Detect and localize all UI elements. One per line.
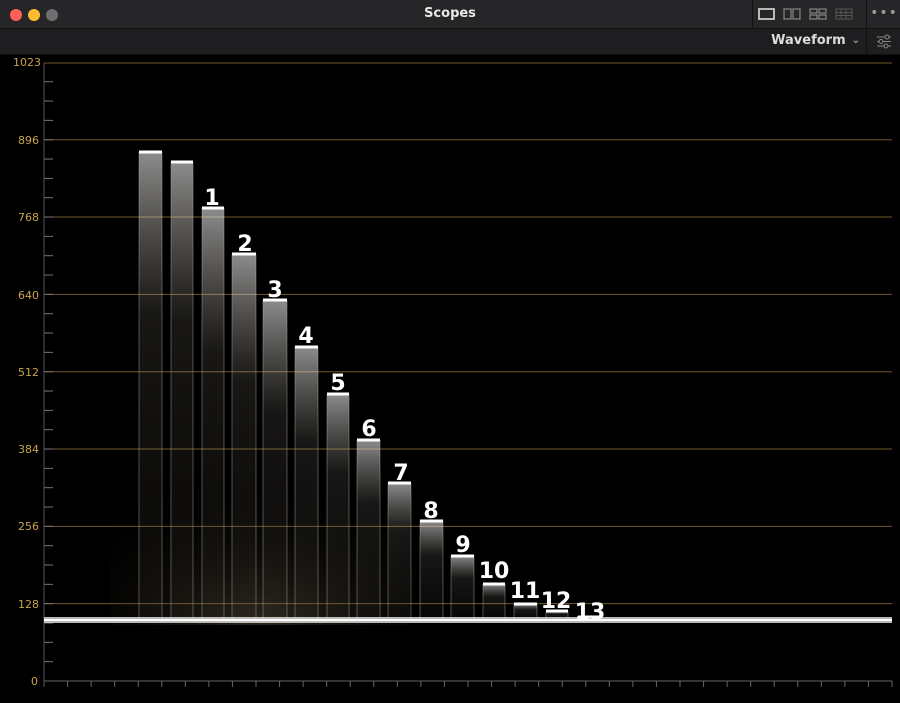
single-view-button[interactable] [753,0,779,28]
multi-view-icon [835,8,853,20]
y-tick-label: 896 [18,134,39,147]
step-patch [171,162,193,620]
step-label: 8 [423,499,438,524]
single-view-icon [758,8,775,20]
step-label: 9 [455,533,470,558]
step-patch [263,300,287,620]
step-patch [357,440,380,620]
dual-view-icon [783,8,801,20]
scope-type-label: Waveform [771,33,846,48]
y-tick-label: 640 [18,289,39,302]
y-tick-label: 512 [18,366,39,379]
step-label: 11 [510,579,541,604]
more-options-button[interactable]: ••• [866,0,900,28]
waveform-display: 1234567891011 12 13 [43,62,893,687]
dual-view-button[interactable] [779,0,805,28]
step-patch [483,584,505,620]
multi-view-button[interactable] [831,0,857,28]
step-patch [327,394,349,620]
step-label: 1 [204,186,219,211]
waveform-plot: 1 2 3 4 5 6 7 8 9 10 11 12 13 [0,55,900,703]
chevron-down-icon: ⌄ [851,35,860,46]
quad-view-button[interactable] [805,0,831,28]
step-label: 7 [393,461,408,486]
step-patch [451,556,474,620]
step-label: 12 [541,589,572,614]
y-tick-label: 256 [18,520,39,533]
step-label: 10 [479,559,510,584]
step-patch [139,152,162,620]
y-tick-label: 128 [18,598,39,611]
scope-settings-button[interactable] [866,29,900,54]
step-label: 5 [330,371,345,396]
step-patch [388,483,411,620]
sliders-icon [877,34,891,49]
step-patch [295,347,318,620]
step-patch [202,208,224,620]
y-tick-label: 1023 [13,56,41,69]
step-label: 6 [361,417,376,442]
step-label: 2 [237,232,252,257]
quad-view-icon [809,8,827,20]
step-patch [420,521,443,620]
scopes-window: Scopes ••• Waveform ⌄ 1 2 3 4 5 6 7 8 9 … [0,0,900,703]
y-tick-label: 0 [31,675,38,688]
scope-type-dropdown[interactable]: Waveform ⌄ [771,33,860,48]
step-label: 4 [298,324,313,349]
title-bar: Scopes ••• [0,0,900,29]
scope-toolbar: Waveform ⌄ [0,29,900,55]
y-tick-label: 768 [18,211,39,224]
layout-toolbar [752,0,867,28]
y-tick-label: 384 [18,443,39,456]
step-label: 13 [575,600,606,625]
step-patch [232,254,256,620]
step-label: 3 [267,278,282,303]
